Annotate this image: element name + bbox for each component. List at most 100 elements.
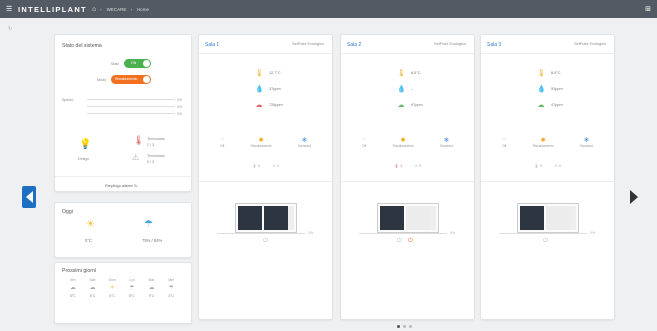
room-temperature: 8.5°C <box>411 71 421 75</box>
cloud-icon: ☁ <box>70 285 76 291</box>
warning-alert[interactable]: ⚠ 0 <box>272 163 279 168</box>
mode-toggle-row: Modo Riscaldamento <box>97 75 151 84</box>
forecast-temp: 5°C <box>109 294 115 298</box>
sun-icon: ✸ <box>258 137 264 144</box>
room-alerts: 🌡 0 ⚠ 0 <box>199 163 332 168</box>
room-card-3[interactable]: Sala 3 SetPoint Ecologico 🌡 8.5°C 💧 53ppm … <box>480 34 615 320</box>
air-quality-icon: ☁ <box>397 102 405 109</box>
system-status-card: Stato del sistema Stato ON Modo Riscalda… <box>54 34 192 192</box>
today-weather-card: Oggi ☀ ☂ 0°C 75% / 84% <box>54 202 192 258</box>
forecast-grid: Ven Sab Dom Lun Mar Mer ☁ ☁ ☀ ☂ ☁ ☂ 8°C … <box>63 278 181 298</box>
mode-toggle-value: Riscaldamento <box>115 77 138 81</box>
thermometer-alert[interactable]: 🌡 1 <box>394 163 402 168</box>
mode-label: Riscaldamento <box>392 144 414 148</box>
next-page-arrow[interactable] <box>627 186 641 208</box>
room-slider[interactable]: 0% <box>499 231 595 235</box>
bulb-label: Design <box>78 157 90 161</box>
forecast-day: Mer <box>168 278 174 282</box>
room-name[interactable]: Sala 3 <box>487 42 501 48</box>
room-setpoint: SetPoint Ecologico <box>434 42 466 46</box>
breadcrumb-home[interactable]: Home <box>137 7 149 12</box>
warning-alert[interactable]: ⚠ 0 <box>414 163 421 168</box>
mode-off[interactable]: ○ Off <box>220 136 224 148</box>
room-slider[interactable]: 0% <box>359 231 455 235</box>
cloud-icon: ☁ <box>148 285 155 291</box>
room-temperature: 8.5°C <box>551 71 561 75</box>
thermometer-alert-text: Termostato 2 / 3 <box>147 136 165 148</box>
thermometer-alert[interactable]: 🌡 0 <box>534 163 542 168</box>
breadcrumb-wecare[interactable]: WECARE <box>107 7 127 12</box>
brand-logo[interactable]: INTELLIPLANT <box>18 5 87 14</box>
alarm-summary-link[interactable]: Riepilogo allarmi ↻ <box>105 183 137 188</box>
page-dot[interactable] <box>397 325 400 328</box>
room-card-1[interactable]: Sala 1 SetPoint Ecologico 🌡 12.7°C 💧 37ppm… <box>198 34 333 320</box>
mode-heating[interactable]: ✸ Riscaldamento <box>251 136 272 148</box>
page-dot[interactable] <box>409 325 412 328</box>
power-on-icon[interactable]: ⏻ <box>408 238 413 245</box>
device-panel[interactable] <box>377 199 439 233</box>
mode-heating[interactable]: ✸ Riscaldamento <box>393 136 414 148</box>
mode-label: Off <box>502 144 507 148</box>
mode-label: Off <box>362 144 367 148</box>
alert-count: 1 <box>400 163 403 168</box>
prev-page-arrow[interactable] <box>22 186 36 208</box>
room-air-quality: 47ppm <box>551 103 563 107</box>
bulb-icon[interactable]: 💡 <box>79 139 91 150</box>
mode-heating[interactable]: ✸ Riscaldamento <box>533 136 554 148</box>
progress-row: 0% <box>87 111 182 116</box>
forecast-temp: 8°C <box>70 294 76 298</box>
snowflake-icon: ❄ <box>583 137 590 144</box>
mode-off[interactable]: ○ Off <box>502 136 506 148</box>
menu-icon[interactable]: ☰ <box>6 5 16 13</box>
slider-value: 0% <box>450 231 455 235</box>
room-humidity: -- <box>411 87 414 91</box>
room-slider[interactable]: 0% <box>217 231 313 235</box>
progress-pct: 0% <box>177 104 182 109</box>
thermometer-alert[interactable]: 🌡 0 <box>252 163 260 168</box>
slider-value: 0% <box>308 231 313 235</box>
thermometer-alert-icon[interactable]: 🌡 <box>133 135 144 146</box>
today-title: Oggi <box>62 209 73 215</box>
home-icon[interactable]: ⌂ <box>92 6 96 13</box>
mode-label: Standard <box>439 144 453 148</box>
power-off-icon: ○ <box>362 136 367 143</box>
room-card-2[interactable]: Sala 2 SetPoint Ecologico 🌡 8.5°C 💧 -- ☁ 97… <box>340 34 475 320</box>
mode-standard[interactable]: ❄ Standard <box>580 136 593 148</box>
power-icon[interactable]: ⏻ <box>543 238 548 245</box>
mode-label: Riscaldamento <box>532 144 554 148</box>
page-dot[interactable] <box>403 325 406 328</box>
air-quality-icon: ☁ <box>255 102 263 109</box>
forecast-day: Lun <box>129 278 135 282</box>
room-name[interactable]: Sala 2 <box>347 42 361 48</box>
status-toggle[interactable]: ON <box>124 59 151 68</box>
forecast-temp: 8°C <box>129 294 135 298</box>
device-panel[interactable] <box>235 199 297 233</box>
forecast-temp: 8°C <box>89 294 96 298</box>
room-humidity: 53ppm <box>551 87 563 91</box>
warning-icon[interactable]: ⚠ <box>132 153 139 162</box>
device-panel[interactable] <box>517 199 579 233</box>
mode-off[interactable]: ○ Off <box>362 136 366 148</box>
rain-icon: ☂ <box>168 285 174 291</box>
room-name[interactable]: Sala 1 <box>205 42 219 48</box>
mode-label: Standard <box>579 144 593 148</box>
breadcrumb-separator: › <box>100 6 102 12</box>
power-icon[interactable]: ⏻ <box>263 238 268 245</box>
mode-standard[interactable]: ❄ Standard <box>298 136 311 148</box>
room-alerts: 🌡 1 ⚠ 0 <box>341 163 474 168</box>
power-off-icon: ○ <box>502 136 507 143</box>
room-temperature: 12.7°C <box>269 71 281 75</box>
thermometer-alert-value: 2 / 3 <box>147 143 154 147</box>
snowflake-icon: ❄ <box>301 137 308 144</box>
rain-cloud-icon: ☂ <box>144 219 153 230</box>
power-icon[interactable]: ⏻ <box>397 238 402 245</box>
mode-standard[interactable]: ❄ Standard <box>440 136 453 148</box>
warning-alert[interactable]: ⚠ 0 <box>554 163 561 168</box>
mode-toggle[interactable]: Riscaldamento <box>111 75 151 84</box>
grid-icon[interactable]: ⊞ <box>645 5 651 13</box>
spento-label: Spento <box>62 98 74 102</box>
progress-row: 0% <box>87 104 182 109</box>
refresh-icon[interactable]: ↻ <box>8 26 12 32</box>
next-days-card: Prossimi giorni Ven Sab Dom Lun Mar Mer … <box>54 262 192 324</box>
thermometer-icon: 🌡 <box>537 70 546 77</box>
